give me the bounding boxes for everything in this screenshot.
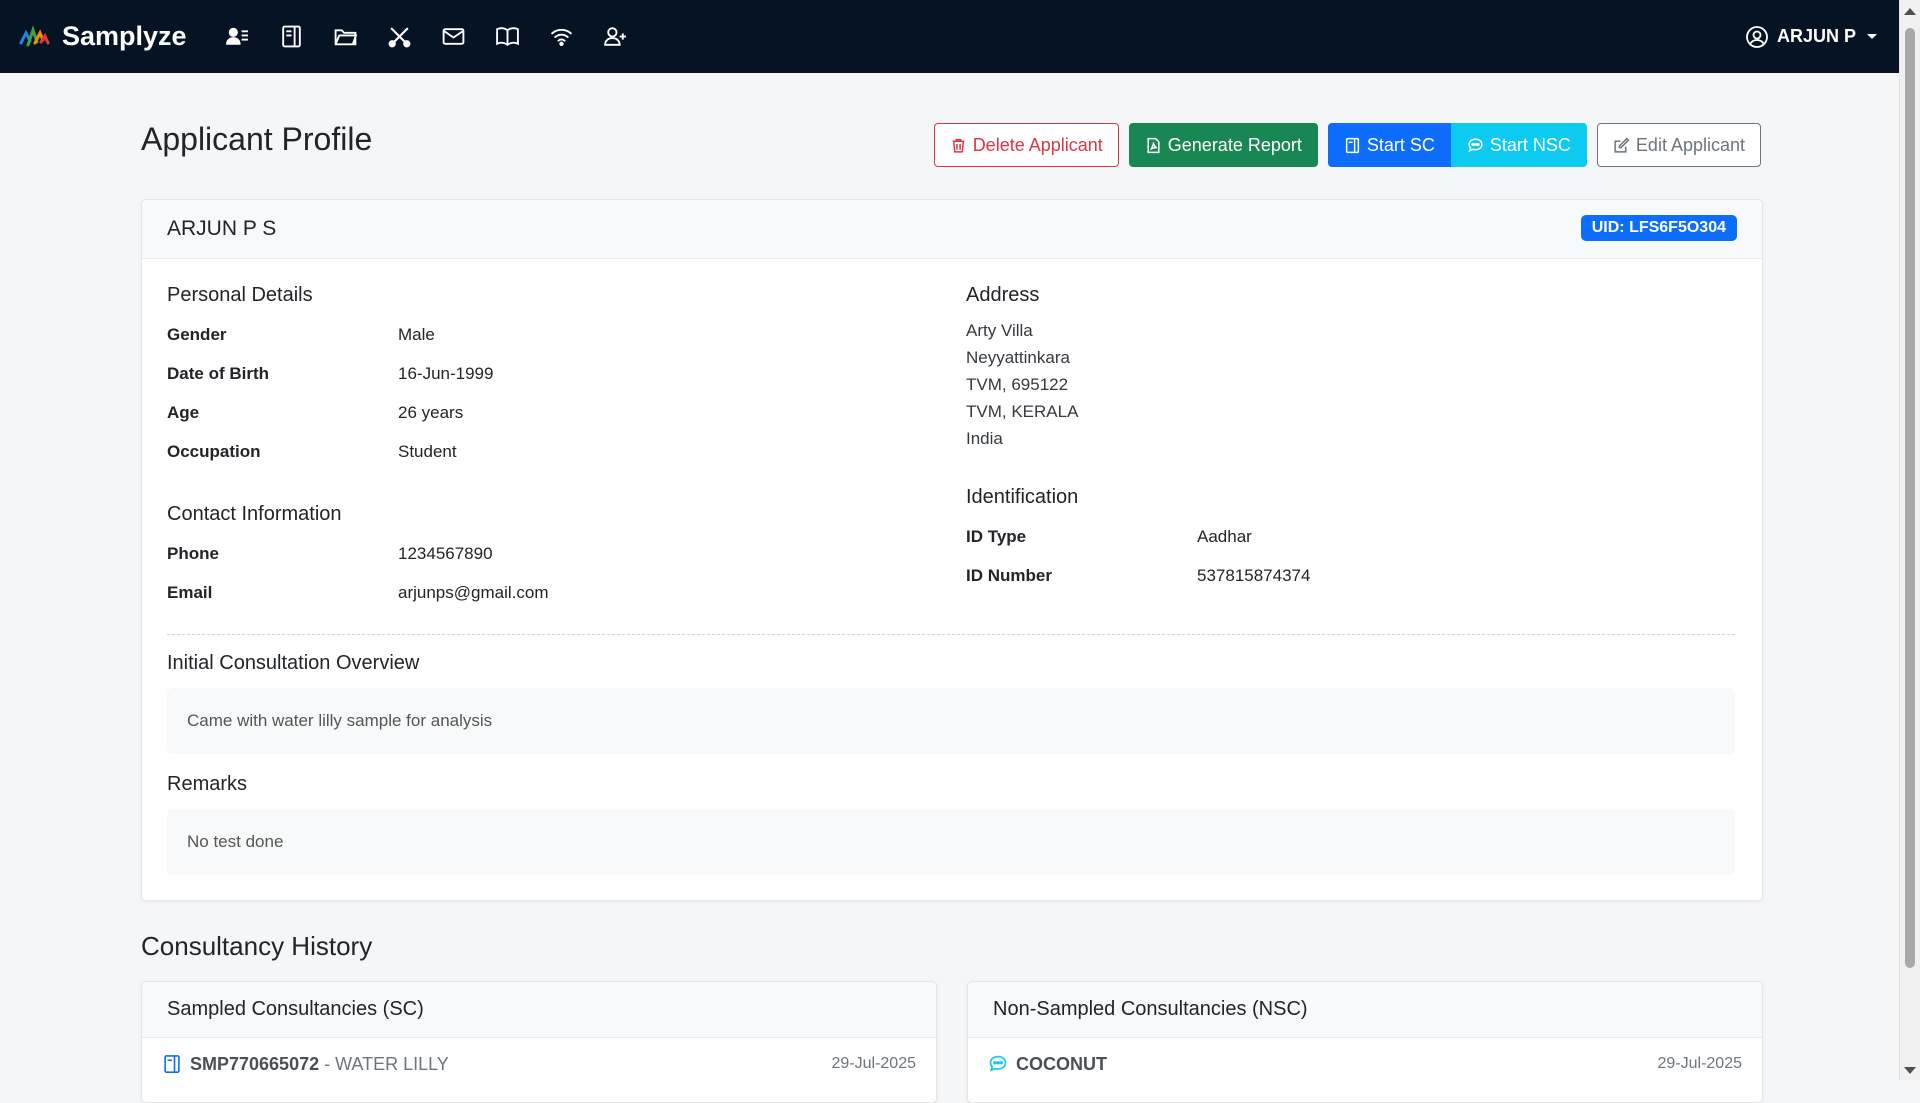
address-line: India [966, 429, 1003, 448]
identification-heading: Identification [966, 486, 1079, 508]
generate-report-button[interactable]: Generate Report [1128, 123, 1318, 167]
edit-icon [1614, 137, 1630, 153]
delete-applicant-label: Delete Applicant [972, 134, 1103, 155]
list-item[interactable]: COCONUT 29-Jul-2025 [988, 1052, 1742, 1076]
gender-value: Male [398, 325, 435, 344]
section-divider [167, 634, 1735, 635]
book-icon[interactable] [481, 17, 535, 57]
nav-icon-bar [211, 17, 643, 57]
start-nsc-button[interactable]: Start NSC [1450, 123, 1587, 167]
samplyze-logo-icon [19, 24, 50, 46]
wifi-icon[interactable] [535, 17, 589, 57]
sc-separator: - [324, 1053, 331, 1074]
mail-icon[interactable] [427, 17, 481, 57]
folder-icon[interactable] [319, 17, 373, 57]
remarks-text: No test done [187, 832, 284, 851]
top-navbar: Samplyze ARJUN P [0, 0, 1900, 73]
age-label: Age [167, 403, 200, 422]
id-number-label: ID Number [966, 566, 1052, 585]
phone-value: 1234567890 [398, 544, 493, 563]
address-line: Neyyattinkara [966, 348, 1070, 367]
user-name: ARJUN P [1776, 26, 1856, 46]
caret-down-icon [1867, 33, 1877, 39]
sc-card-title: Sampled Consultancies (SC) [167, 998, 424, 1020]
dob-value: 16-Jun-1999 [398, 364, 494, 383]
brand-name: Samplyze [62, 21, 187, 51]
applicant-name: ARJUN P S [167, 217, 277, 240]
list-item[interactable]: SMP770665072 - WATER LILLY 29-Jul-2025 [162, 1052, 916, 1076]
consultation-overview-heading: Initial Consultation Overview [167, 652, 420, 674]
main-content: Applicant Profile Delete Applicant Gener… [141, 73, 1763, 1103]
user-menu[interactable]: ARJUN P [1745, 0, 1878, 73]
address-line: Arty Villa [966, 321, 1033, 340]
address-line: TVM, 695122 [966, 375, 1069, 394]
applicant-profile-card: ARJUN P S UID: LFS6F5O304 Personal Detai… [141, 199, 1763, 901]
scroll-up-arrow-icon[interactable] [1904, 8, 1916, 15]
trash-icon [952, 138, 965, 153]
consultation-overview-box: Came with water lilly sample for analysi… [167, 688, 1735, 754]
email-value: arjunps@gmail.com [398, 583, 549, 602]
nsc-card-title: Non-Sampled Consultancies (NSC) [993, 998, 1308, 1020]
id-type-value: Aadhar [1197, 527, 1252, 546]
consultation-overview-text: Came with water lilly sample for analysi… [187, 711, 493, 730]
remarks-box: No test done [167, 809, 1735, 875]
edit-applicant-button[interactable]: Edit Applicant [1596, 123, 1761, 167]
add-user-icon[interactable] [589, 17, 643, 57]
sc-history-card: Sampled Consultancies (SC) SMP770665072 … [141, 981, 937, 1103]
delete-applicant-button[interactable]: Delete Applicant [933, 123, 1119, 167]
personal-details-heading: Personal Details [167, 284, 313, 306]
start-nsc-label: Start NSC [1489, 134, 1571, 155]
edit-applicant-label: Edit Applicant [1635, 134, 1745, 155]
id-number-value: 537815874374 [1197, 566, 1311, 585]
sc-card-header: Sampled Consultancies (SC) [142, 982, 936, 1038]
address-heading: Address [966, 284, 1040, 306]
phone-label: Phone [167, 544, 219, 563]
gender-label: Gender [167, 325, 227, 344]
remarks-heading: Remarks [167, 773, 248, 795]
sampled-consultancy-icon [1345, 137, 1359, 153]
contact-info-heading: Contact Information [167, 503, 342, 525]
applicants-icon[interactable] [211, 17, 265, 57]
email-label: Email [167, 583, 213, 602]
sc-date: 29-Jul-2025 [831, 1055, 917, 1072]
pdf-file-icon [1147, 137, 1160, 153]
user-circle-icon [1746, 25, 1768, 48]
sampled-consultancy-icon [164, 1055, 180, 1073]
id-type-label: ID Type [966, 527, 1027, 546]
scroll-down-arrow-icon[interactable] [1904, 1067, 1916, 1074]
page-title: Applicant Profile [141, 121, 373, 157]
sampled-consultancy-icon[interactable] [265, 17, 319, 57]
profile-card-header: ARJUN P S UID: LFS6F5O304 [142, 200, 1762, 259]
page-scrollbar[interactable] [1899, 0, 1920, 1080]
sc-sample-name: WATER LILLY [335, 1053, 449, 1074]
nsc-code[interactable]: COCONUT [1016, 1054, 1107, 1075]
dob-label: Date of Birth [167, 364, 269, 383]
occupation-label: Occupation [167, 442, 261, 461]
generate-report-label: Generate Report [1167, 134, 1302, 155]
age-value: 26 years [398, 403, 464, 422]
occupation-value: Student [398, 442, 457, 461]
consultancy-history-heading: Consultancy History [141, 931, 373, 961]
start-sc-button[interactable]: Start SC [1327, 123, 1451, 167]
brand[interactable]: Samplyze [18, 21, 187, 53]
chat-bubble-icon [1468, 137, 1483, 152]
nsc-history-card: Non-Sampled Consultancies (NSC) COCONUT … [967, 981, 1763, 1103]
nsc-card-header: Non-Sampled Consultancies (NSC) [968, 982, 1762, 1038]
start-sc-label: Start SC [1366, 134, 1435, 155]
sc-code[interactable]: SMP770665072 [190, 1054, 319, 1075]
action-buttons: Delete Applicant Generate Report Start S… [933, 123, 1761, 167]
address-line: TVM, KERALA [966, 402, 1079, 421]
scroll-thumb[interactable] [1905, 28, 1915, 968]
uid-badge: UID: LFS6F5O304 [1580, 215, 1737, 241]
page-header: Applicant Profile Delete Applicant Gener… [141, 73, 1761, 199]
tools-icon[interactable] [373, 17, 427, 57]
chat-bubble-icon [989, 1055, 1007, 1072]
nsc-date: 29-Jul-2025 [1657, 1055, 1743, 1072]
